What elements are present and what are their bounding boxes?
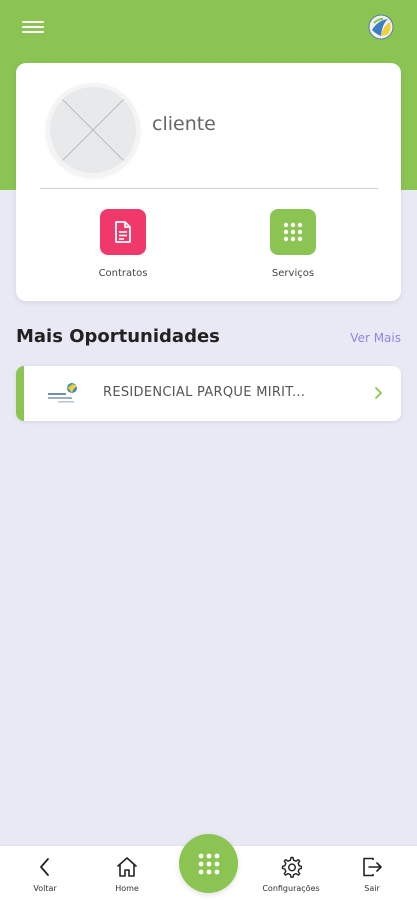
services-tile[interactable]: [270, 209, 316, 255]
profile-card: cliente Contratos Serviços: [16, 63, 401, 301]
center-grid-button[interactable]: [179, 834, 238, 893]
divider: [40, 188, 378, 189]
logout-icon: [363, 857, 382, 877]
nav-back-label: Voltar: [33, 884, 57, 893]
nav-config-button[interactable]: Configurações: [253, 856, 329, 893]
list-item[interactable]: RESIDENCIAL PARQUE MIRIT...: [16, 366, 401, 421]
nav-exit-button[interactable]: Sair: [352, 856, 392, 893]
grid-icon: [198, 853, 219, 874]
avatar-placeholder-icon[interactable]: [46, 83, 140, 177]
opportunities-title: Mais Oportunidades: [16, 326, 220, 347]
nav-home-button[interactable]: Home: [104, 856, 150, 893]
hamburger-menu-icon[interactable]: [22, 18, 44, 36]
services-button[interactable]: Serviços: [233, 209, 353, 279]
grid-icon: [283, 222, 303, 242]
username: cliente: [152, 113, 216, 135]
document-icon: [115, 221, 131, 243]
contracts-tile[interactable]: [100, 209, 146, 255]
nav-back-button[interactable]: Voltar: [25, 856, 65, 893]
contracts-label: Contratos: [98, 268, 148, 279]
list-item-label: RESIDENCIAL PARQUE MIRIT...: [103, 385, 306, 400]
nav-config-label: Configurações: [262, 884, 320, 893]
see-more-link[interactable]: Ver Mais: [350, 331, 401, 345]
chevron-right-icon: [375, 387, 382, 399]
gear-icon: [281, 856, 302, 878]
nav-home-label: Home: [115, 884, 139, 893]
home-icon: [117, 857, 137, 877]
chevron-left-icon: [40, 858, 49, 876]
contracts-button[interactable]: Contratos: [63, 209, 183, 279]
services-label: Serviços: [271, 268, 315, 279]
nav-exit-label: Sair: [364, 884, 380, 893]
brand-logo-icon[interactable]: [368, 14, 394, 40]
residencial-logo-icon: [46, 380, 82, 406]
list-item-accent: [16, 366, 24, 421]
